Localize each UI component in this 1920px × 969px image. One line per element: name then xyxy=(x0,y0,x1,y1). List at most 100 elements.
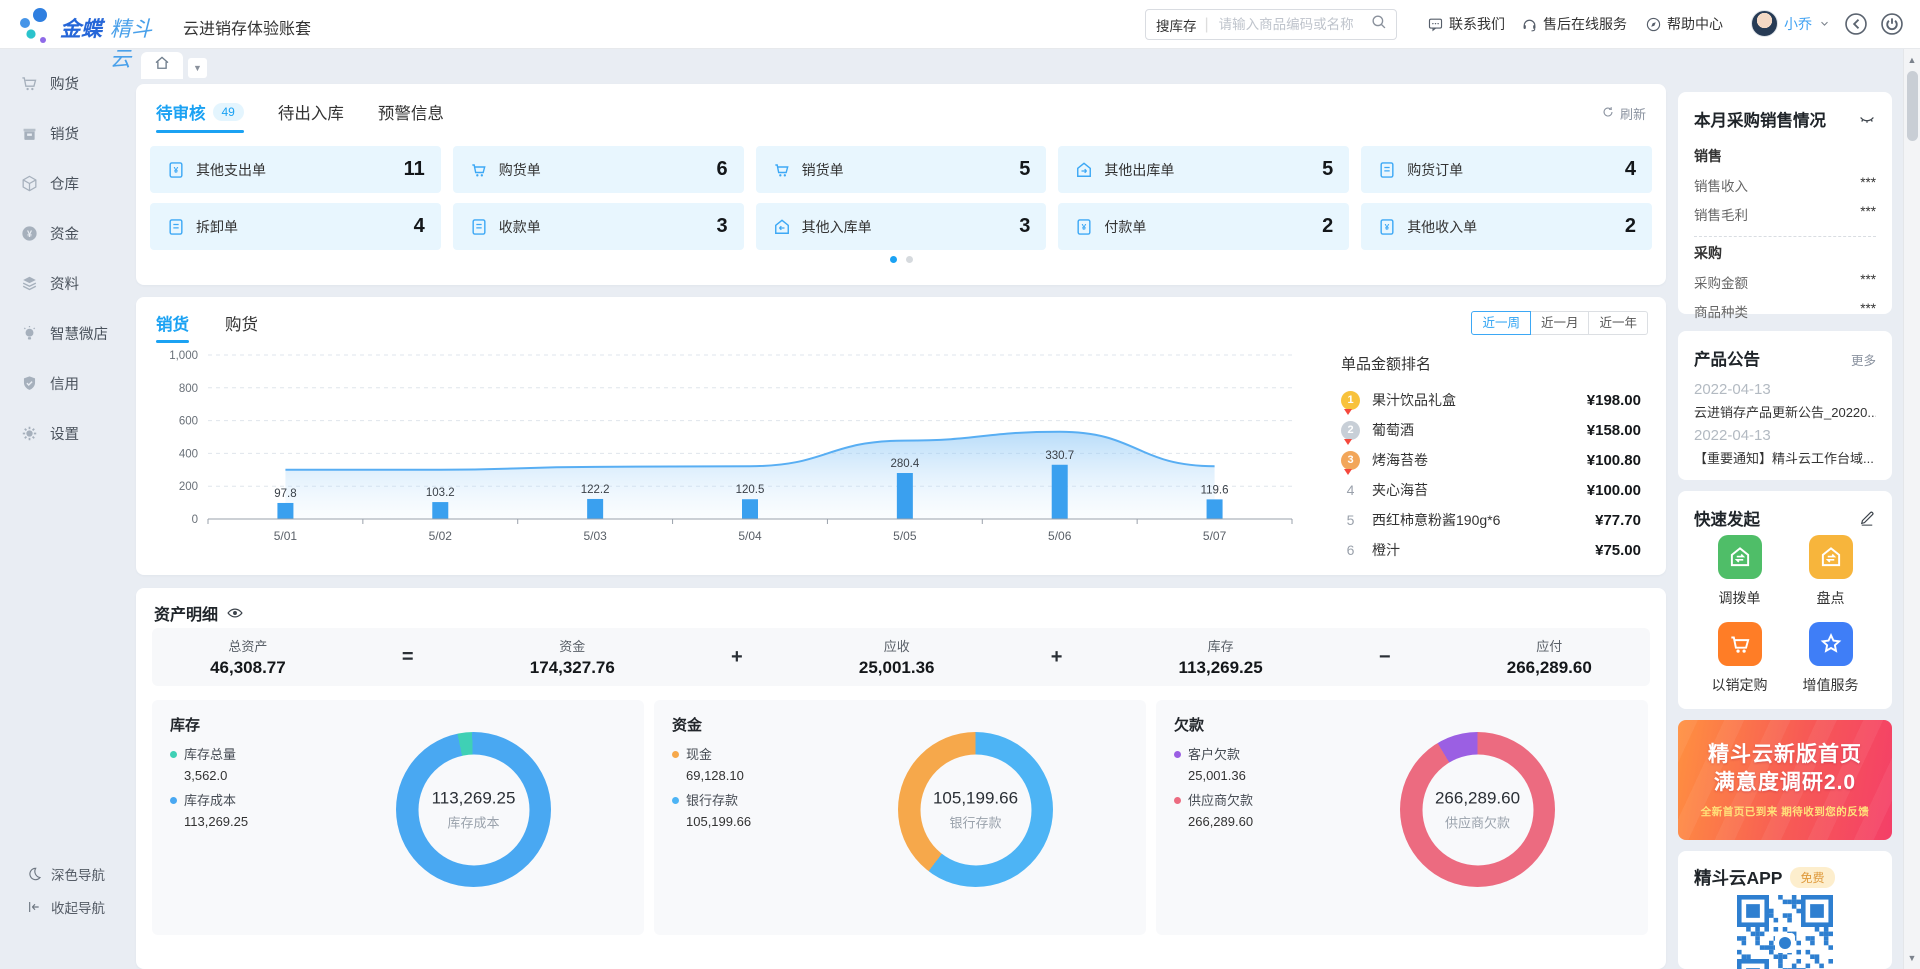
sidebar-item-warehouse-cube[interactable]: 仓库 xyxy=(0,166,122,200)
todo-card-其他收入单[interactable]: ¥其他收入单2 xyxy=(1361,203,1652,250)
quick-action-增值服务[interactable]: 增值服务 xyxy=(1785,622,1876,695)
ranking-product-name: 果汁饮品礼盒 xyxy=(1372,390,1587,410)
search-category-selector[interactable]: 搜库存 xyxy=(1154,15,1205,35)
assets-panel: 资产明细 总资产46,308.77=资金174,327.76+应收25,001.… xyxy=(136,588,1666,969)
trend-tab-销货[interactable]: 销货 xyxy=(156,311,189,343)
sidebar-item-cart[interactable]: 购货 xyxy=(0,66,122,100)
donut-center-label: 供应商欠款 xyxy=(1445,812,1510,831)
ranking-row[interactable]: 2葡萄酒¥158.00 xyxy=(1341,415,1641,445)
eye-closed-icon[interactable] xyxy=(1858,110,1876,128)
ranking-row[interactable]: 4夹心海苔¥100.00 xyxy=(1341,475,1641,505)
quick-action-以销定购[interactable]: 以销定购 xyxy=(1694,622,1785,695)
brand-logo[interactable]: 金蝶 精斗云 xyxy=(18,4,168,44)
carousel-dot-1[interactable] xyxy=(890,256,897,263)
scroll-down-arrow[interactable]: ▼ xyxy=(1907,953,1917,963)
todo-tab-3[interactable]: 预警信息 xyxy=(378,100,444,133)
todo-card-拆卸单[interactable]: 拆卸单4 xyxy=(150,203,441,250)
quick-action-label: 以销定购 xyxy=(1712,675,1768,695)
todo-tab-2[interactable]: 待出入库 xyxy=(278,100,344,133)
ranking-row[interactable]: 1果汁饮品礼盒¥198.00 xyxy=(1341,385,1641,415)
announcement-link[interactable]: 云进销存产品更新公告_20220... xyxy=(1694,402,1876,421)
user-menu[interactable]: 小乔 xyxy=(1751,10,1831,37)
announcements-title: 产品公告 xyxy=(1694,346,1760,370)
power-circle-icon[interactable] xyxy=(1879,11,1905,37)
todo-card-count: 5 xyxy=(1322,158,1333,181)
tab-dropdown-button[interactable]: ▼ xyxy=(188,58,207,78)
asset-card-欠款: 欠款客户欠款25,001.36供应商欠款266,289.60266,289.60… xyxy=(1156,700,1648,935)
sidebar-item-credit-shield[interactable]: 信用 xyxy=(0,366,122,400)
sidebar-item-store[interactable]: 销货 xyxy=(0,116,122,150)
edit-pencil-icon[interactable] xyxy=(1858,509,1876,527)
todo-tabs: 待审核49 待出入库 预警信息 xyxy=(156,100,444,133)
todo-card-count: 3 xyxy=(716,215,727,238)
survey-banner[interactable]: 精斗云新版首页 满意度调研2.0 全新首页已到来 期待收到您的反馈 xyxy=(1678,720,1892,840)
announcement-link[interactable]: 【重要通知】精斗云工作台域... xyxy=(1694,448,1876,467)
doc-icon xyxy=(469,217,489,237)
sidebar-item-funds-yen[interactable]: ¥资金 xyxy=(0,216,122,250)
monthly-row-销售毛利: 销售毛利*** xyxy=(1694,204,1876,224)
username: 小乔 xyxy=(1784,14,1812,34)
ranking-product-name: 葡萄酒 xyxy=(1372,420,1587,440)
svg-text:5/04: 5/04 xyxy=(738,529,762,543)
announcement-date: 2022-04-13 xyxy=(1694,381,1876,398)
sidebar-item-materials-layers[interactable]: 资料 xyxy=(0,266,122,300)
help-compass-icon xyxy=(1645,16,1662,33)
monthly-row-采购金额: 采购金额*** xyxy=(1694,272,1876,292)
refresh-button[interactable]: 刷新 xyxy=(1601,104,1646,123)
sidebar-footer-moon[interactable]: 深色导航 xyxy=(0,861,122,887)
contact-us-link[interactable]: 联系我们 xyxy=(1427,14,1505,34)
todo-tab-badge: 49 xyxy=(213,103,244,121)
rank-number: 4 xyxy=(1341,482,1360,498)
ranking-row[interactable]: 5西红柿意粉酱190g*6¥77.70 xyxy=(1341,505,1641,535)
after-sales-service-link[interactable]: 售后在线服务 xyxy=(1521,14,1627,34)
svg-text:330.7: 330.7 xyxy=(1045,450,1074,462)
quick-action-调拨单[interactable]: 调拨单 xyxy=(1694,535,1785,608)
equation-label: 应付 xyxy=(1507,636,1592,655)
todo-card-label: 其他出库单 xyxy=(1104,160,1174,180)
todo-card-付款单[interactable]: ¥付款单2 xyxy=(1058,203,1349,250)
legend-row: 银行存款 xyxy=(672,790,751,810)
announcements-panel: 产品公告 更多 2022-04-13云进销存产品更新公告_20220...202… xyxy=(1678,331,1892,480)
app-panel: 精斗云APP 免费 xyxy=(1678,851,1892,969)
eye-open-icon[interactable] xyxy=(226,604,244,622)
svg-text:200: 200 xyxy=(179,481,198,493)
scroll-up-arrow[interactable]: ▲ xyxy=(1907,55,1917,65)
monthly-title: 本月采购销售情况 xyxy=(1694,107,1826,131)
todo-tab-1[interactable]: 待审核49 xyxy=(156,100,244,133)
svg-text:5/06: 5/06 xyxy=(1048,529,1072,543)
search-icon[interactable] xyxy=(1370,13,1388,36)
sidebar-item-settings-gear[interactable]: 设置 xyxy=(0,416,122,450)
todo-card-购货单[interactable]: 购货单6 xyxy=(453,146,744,193)
trend-tab-购货[interactable]: 购货 xyxy=(225,311,258,343)
carousel-dot-2[interactable] xyxy=(906,256,913,263)
ranking-row[interactable]: 6橙汁¥75.00 xyxy=(1341,535,1641,565)
ranking-amount: ¥100.80 xyxy=(1587,452,1641,469)
search-input[interactable] xyxy=(1217,16,1366,33)
todo-card-销货单[interactable]: 销货单5 xyxy=(756,146,1047,193)
top-navbar: 金蝶 精斗云 云进销存体验账套 搜库存 | 联系我们 售后在线服务 帮助中心 小… xyxy=(0,0,1920,49)
legend-dot-icon xyxy=(170,797,177,804)
help-center-link[interactable]: 帮助中心 xyxy=(1645,14,1723,34)
sidebar-footer-collapse[interactable]: 收起导航 xyxy=(0,894,122,920)
quick-action-盘点[interactable]: 盘点 xyxy=(1785,535,1876,608)
legend-dot-icon xyxy=(672,797,679,804)
todo-card-label: 收款单 xyxy=(499,217,541,237)
sidebar-item-smart-shop-bulb[interactable]: 智慧微店 xyxy=(0,316,122,350)
todo-card-购货订单[interactable]: 购货订单4 xyxy=(1361,146,1652,193)
svg-text:1,000: 1,000 xyxy=(169,350,198,362)
equation-item-应付: 应付266,289.60 xyxy=(1507,636,1592,678)
more-link[interactable]: 更多 xyxy=(1851,350,1876,369)
todo-card-其他支出单[interactable]: ¥其他支出单11 xyxy=(150,146,441,193)
legend-row: 库存成本 xyxy=(170,790,248,810)
todo-card-count: 5 xyxy=(1019,158,1030,181)
ranking-list: 1果汁饮品礼盒¥198.002葡萄酒¥158.003烤海苔卷¥100.804夹心… xyxy=(1341,385,1641,565)
todo-card-其他出库单[interactable]: 其他出库单 5 xyxy=(1058,146,1349,193)
monthly-row-value: *** xyxy=(1860,301,1876,321)
back-circle-icon[interactable] xyxy=(1843,11,1869,37)
scrollbar-thumb[interactable] xyxy=(1907,71,1918,141)
ranking-row[interactable]: 3烤海苔卷¥100.80 xyxy=(1341,445,1641,475)
todo-card-其他入库单[interactable]: 其他入库单3 xyxy=(756,203,1047,250)
todo-card-收款单[interactable]: 收款单 3 xyxy=(453,203,744,250)
sidebar-item-label: 购货 xyxy=(50,73,79,94)
range-button-1[interactable]: 近一周 xyxy=(1471,311,1531,335)
